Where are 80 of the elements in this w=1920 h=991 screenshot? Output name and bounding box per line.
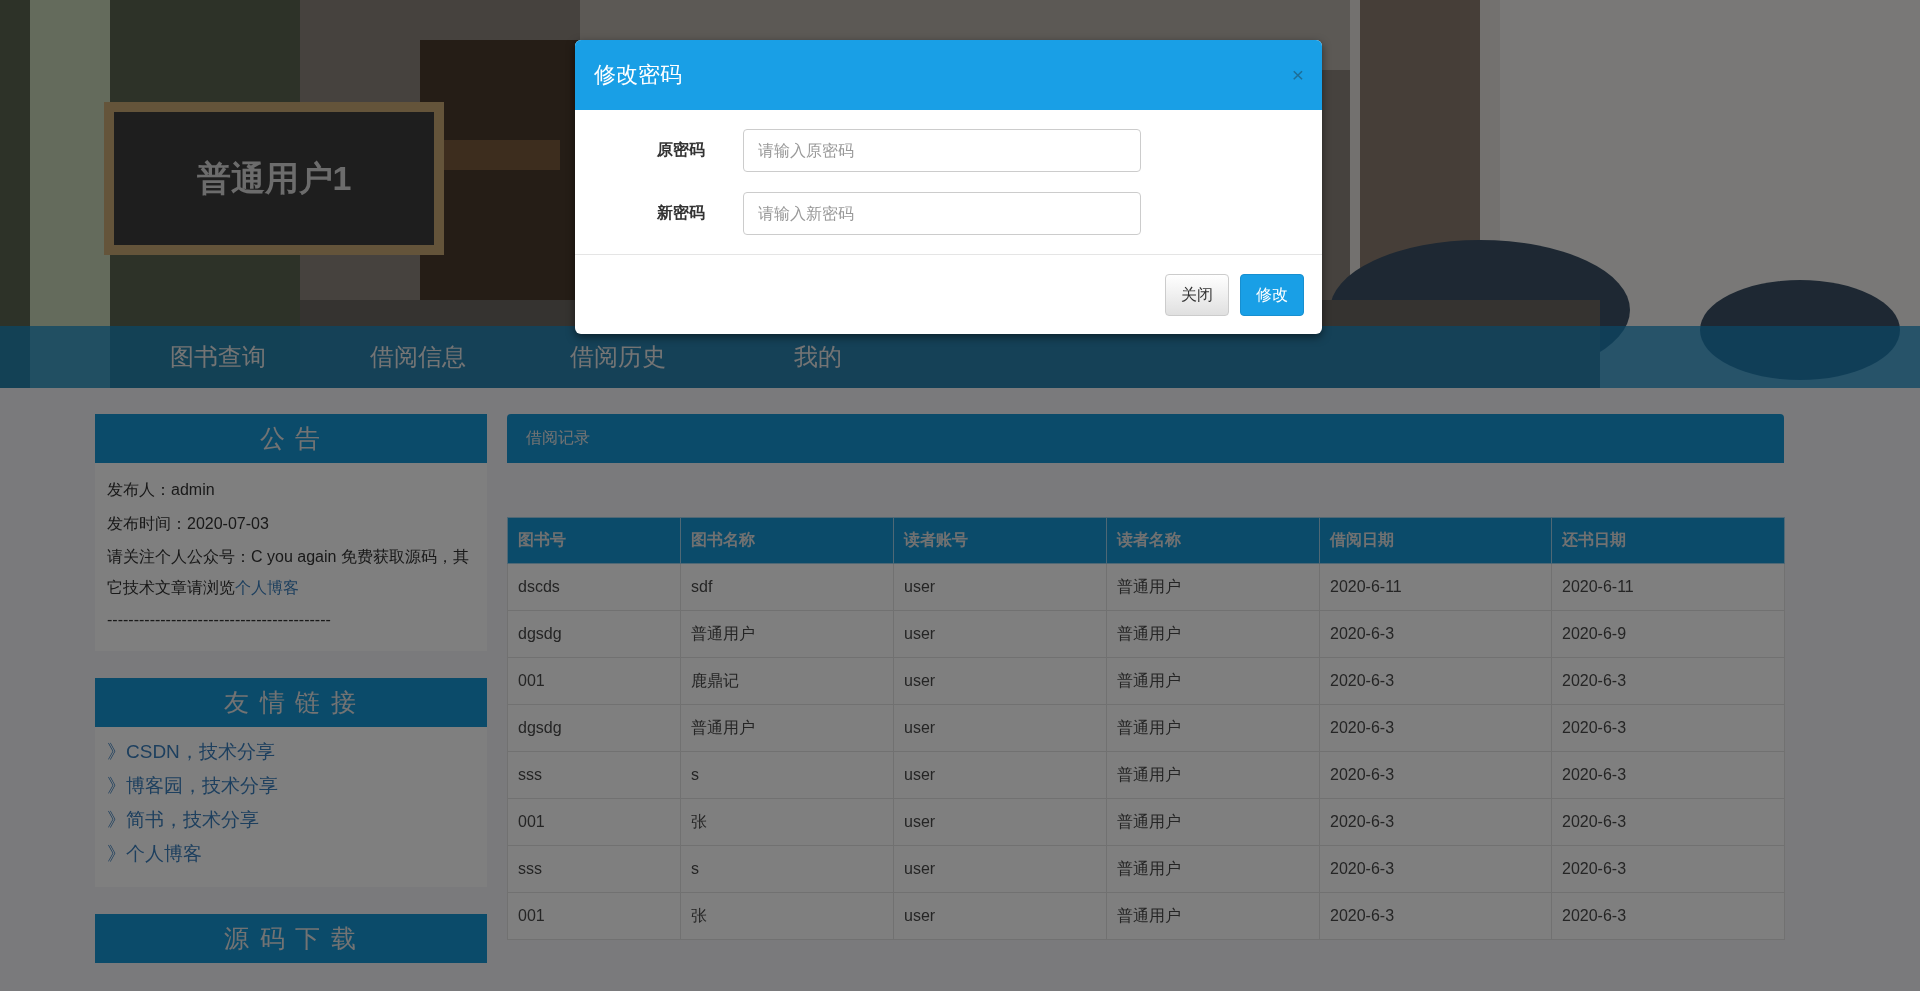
table-cell: 普通用户	[1106, 704, 1320, 752]
table-cell: user	[893, 798, 1107, 846]
table-cell: user	[893, 704, 1107, 752]
column-header: 图书名称	[680, 517, 894, 564]
table-cell: user	[893, 751, 1107, 799]
table-cell: 张	[680, 798, 894, 846]
records-title: 借阅记录	[526, 428, 590, 448]
table-cell: user	[893, 657, 1107, 705]
password-field[interactable]: 请输入新密码	[743, 192, 1141, 235]
table-cell: 2020-6-3	[1551, 845, 1785, 893]
table-cell: 2020-6-3	[1319, 798, 1552, 846]
table-cell: 鹿鼎记	[680, 657, 894, 705]
table-cell: 普通用户	[1106, 845, 1320, 893]
table-cell: 2020-6-3	[1319, 892, 1552, 940]
table-cell: user	[893, 892, 1107, 940]
table-cell: 2020-6-3	[1551, 704, 1785, 752]
table-cell: 2020-6-3	[1319, 704, 1552, 752]
table-cell: 普通用户	[1106, 610, 1320, 658]
table-cell: 2020-6-3	[1319, 845, 1552, 893]
table-cell: 普通用户	[1106, 798, 1320, 846]
notice-text: 请关注个人公众号：C you again 免费获取源码，其它技术文章请浏览个人博客	[107, 547, 470, 598]
nav-link[interactable]: 图书查询	[170, 341, 266, 373]
friend-link[interactable]: 》简书，技术分享	[107, 803, 475, 837]
friend-link[interactable]: 》博客园，技术分享	[107, 769, 475, 803]
panel-title: 公 告	[259, 423, 323, 454]
table-cell: 普通用户	[680, 704, 894, 752]
nav-link[interactable]: 借阅历史	[570, 341, 666, 373]
column-header: 还书日期	[1551, 517, 1785, 564]
notice-line: 发布人：admin	[107, 480, 216, 500]
dashed-rule: ------------------------------------------	[107, 610, 332, 630]
cancel-button[interactable]: 关闭	[1165, 274, 1229, 316]
table-cell: 普通用户	[1106, 563, 1320, 611]
table-cell: 2020-6-3	[1551, 798, 1785, 846]
table-cell: dgsdg	[507, 704, 681, 752]
nav-link[interactable]: 借阅信息	[370, 341, 466, 373]
table-cell: 001	[507, 798, 681, 846]
table-cell: 2020-6-3	[1319, 657, 1552, 705]
table-cell: 2020-6-11	[1319, 563, 1552, 611]
table-cell: 普通用户	[1106, 892, 1320, 940]
table-cell: 2020-6-9	[1551, 610, 1785, 658]
table-cell: s	[680, 751, 894, 799]
submit-button[interactable]: 修改	[1240, 274, 1304, 316]
password-field[interactable]: 请输入原密码	[743, 129, 1141, 172]
table-cell: 001	[507, 892, 681, 940]
table-cell: 普通用户	[680, 610, 894, 658]
table-cell: 2020-6-3	[1551, 657, 1785, 705]
table-cell: s	[680, 845, 894, 893]
blog-link[interactable]: 个人博客	[235, 579, 299, 596]
table-cell: user	[893, 563, 1107, 611]
table-cell: user	[893, 845, 1107, 893]
table-cell: 普通用户	[1106, 751, 1320, 799]
table-cell: sdf	[680, 563, 894, 611]
table-cell: sss	[507, 845, 681, 893]
table-cell: 001	[507, 657, 681, 705]
field-label: 新密码	[657, 204, 705, 221]
table-cell: dscds	[507, 563, 681, 611]
field-label: 原密码	[657, 141, 705, 158]
friend-link[interactable]: 》CSDN，技术分享	[107, 735, 475, 769]
table-cell: 张	[680, 892, 894, 940]
table-cell: 2020-6-3	[1551, 751, 1785, 799]
table-cell: sss	[507, 751, 681, 799]
column-header: 读者账号	[893, 517, 1107, 564]
column-header: 图书号	[507, 517, 681, 564]
nav-link[interactable]: 我的	[794, 341, 842, 373]
dialog-title: 修改密码	[594, 61, 682, 89]
column-header: 读者名称	[1106, 517, 1320, 564]
table-cell: 2020-6-3	[1319, 610, 1552, 658]
table-cell: 普通用户	[1106, 657, 1320, 705]
table-cell: 2020-6-3	[1319, 751, 1552, 799]
close-button[interactable]: ×	[1291, 63, 1304, 87]
table-cell: 2020-6-3	[1551, 892, 1785, 940]
friend-link[interactable]: 》个人博客	[107, 837, 475, 871]
table-cell: user	[893, 610, 1107, 658]
notice-line: 发布时间：2020-07-03	[107, 514, 270, 534]
panel-title: 源 码 下 载	[223, 923, 359, 954]
column-header: 借阅日期	[1319, 517, 1552, 564]
user-name: 普通用户1	[196, 157, 352, 199]
table-cell: 2020-6-11	[1551, 563, 1785, 611]
panel-title: 友 情 链 接	[223, 687, 359, 718]
table-cell: dgsdg	[507, 610, 681, 658]
